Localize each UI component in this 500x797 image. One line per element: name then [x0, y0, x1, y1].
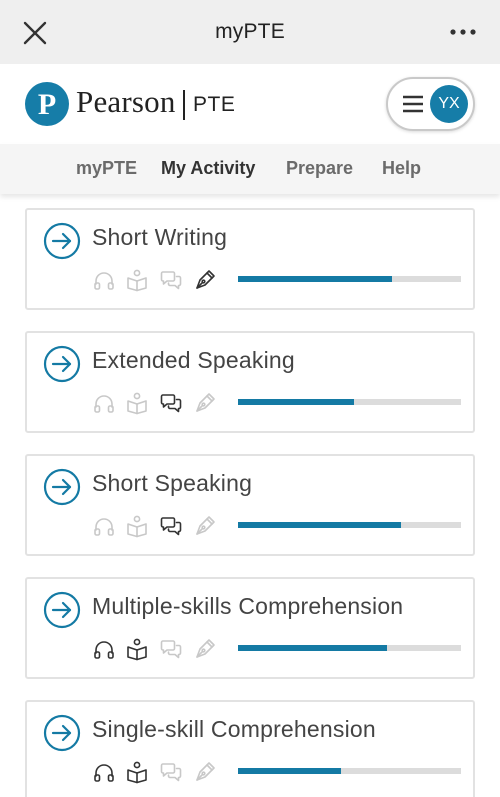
- progress-bar: [238, 645, 461, 651]
- account-menu-button[interactable]: YX: [386, 77, 475, 131]
- pen-nib-icon: [196, 516, 215, 535]
- arrow-right-circle-icon[interactable]: [43, 222, 81, 260]
- brand-product: PTE: [193, 93, 236, 116]
- headphones-icon: [94, 272, 114, 290]
- hamburger-menu-icon: [403, 95, 423, 113]
- progress-bar: [238, 399, 461, 405]
- top-bar: myPTE: [0, 0, 500, 64]
- logo-letter: P: [38, 88, 56, 121]
- pen-nib-icon: [196, 270, 215, 289]
- activity-title: Short Speaking: [92, 470, 253, 496]
- pen-nib-icon: [196, 762, 215, 781]
- headphones-icon: [94, 641, 114, 659]
- nav-item-help[interactable]: Help: [382, 158, 421, 179]
- arrow-right-circle-icon[interactable]: [43, 468, 81, 506]
- progress-fill: [238, 645, 388, 651]
- progress-fill: [238, 276, 392, 282]
- nav-item-mypte[interactable]: myPTE: [76, 158, 137, 179]
- book-reader-icon: [127, 515, 147, 538]
- activity-title: Extended Speaking: [92, 347, 295, 373]
- arrow-right-circle-icon[interactable]: [43, 591, 81, 629]
- arrow-right-circle-icon[interactable]: [43, 714, 81, 752]
- activity-card[interactable]: Single-skill Comprehension: [25, 700, 475, 797]
- nav-item-prepare[interactable]: Prepare: [286, 158, 353, 179]
- speech-bubbles-icon: [160, 763, 182, 782]
- activity-card[interactable]: Short Writing: [25, 208, 475, 310]
- progress-bar: [238, 522, 461, 528]
- progress-fill: [238, 399, 354, 405]
- activity-title: Multiple-skills Comprehension: [92, 593, 404, 619]
- activity-card[interactable]: Short Speaking: [25, 454, 475, 556]
- book-reader-icon: [127, 638, 147, 661]
- activity-card[interactable]: Multiple-skills Comprehension: [25, 577, 475, 679]
- activity-title: Short Writing: [92, 224, 228, 250]
- headphones-icon: [94, 518, 114, 536]
- activity-list: Short Writing Extended Speaking Short Sp…: [0, 194, 500, 797]
- close-icon[interactable]: [22, 20, 48, 46]
- book-reader-icon: [127, 392, 147, 415]
- activity-card[interactable]: Extended Speaking: [25, 331, 475, 433]
- brand-divider: [183, 90, 185, 120]
- headphones-icon: [94, 395, 114, 413]
- speech-bubbles-icon: [160, 640, 182, 659]
- pen-nib-icon: [196, 639, 215, 658]
- app-title: myPTE: [215, 20, 285, 43]
- pearson-logo-icon[interactable]: P: [24, 81, 70, 127]
- progress-bar: [238, 768, 461, 774]
- nav-item-my-activity[interactable]: My Activity: [161, 158, 255, 179]
- speech-bubbles-icon: [160, 517, 182, 536]
- brand-header: P Pearson PTE YX: [0, 64, 500, 144]
- more-options-icon[interactable]: [448, 22, 478, 42]
- pen-nib-icon: [196, 393, 215, 412]
- book-reader-icon: [127, 269, 147, 292]
- arrow-right-circle-icon[interactable]: [43, 345, 81, 383]
- main-nav: myPTE My Activity Prepare Help: [0, 144, 500, 194]
- progress-bar: [238, 276, 461, 282]
- brand-name: Pearson: [76, 84, 176, 119]
- book-reader-icon: [127, 761, 147, 784]
- progress-fill: [238, 522, 401, 528]
- speech-bubbles-icon: [160, 271, 182, 290]
- activity-title: Single-skill Comprehension: [92, 716, 376, 742]
- progress-fill: [238, 768, 341, 774]
- avatar: YX: [430, 85, 468, 123]
- speech-bubbles-icon: [160, 394, 182, 413]
- headphones-icon: [94, 764, 114, 782]
